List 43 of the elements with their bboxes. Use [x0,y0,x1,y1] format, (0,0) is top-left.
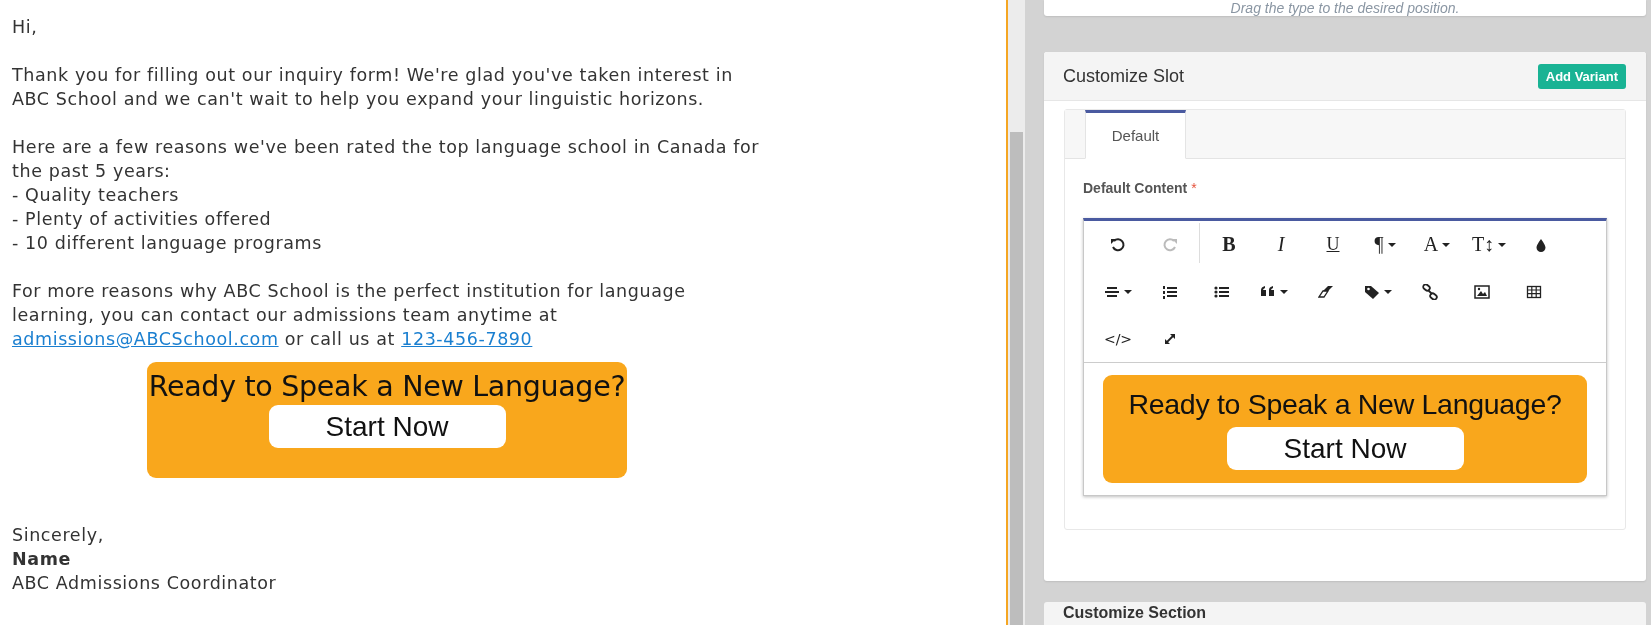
closing-text: Sincerely, [12,524,105,547]
undo-icon [1110,236,1126,253]
greeting-text: Hi, [12,16,39,39]
paragraph-button[interactable]: ¶ [1359,226,1411,263]
card-title: Customize Slot [1063,65,1185,87]
caret-icon [1442,242,1451,247]
start-now-button[interactable]: Start Now [1226,427,1464,470]
contact-link[interactable]: admissions@ABCSchool.com [12,329,279,349]
italic-button[interactable]: I [1255,226,1307,263]
rich-text-editor[interactable]: B I U ¶ A T↕ </> Ready to Speak a New Language? Start Now [1083,218,1607,496]
code-view-button[interactable]: </> [1092,320,1144,357]
link-icon [1422,283,1438,300]
image-icon [1474,283,1490,300]
tab[interactable]: Default [1085,110,1186,159]
reason-item: - Quality teachers [12,184,180,207]
reason-item: - Plenty of activities offered [12,208,273,231]
drag-hint: Drag the type to the desired position. [1230,0,1460,16]
underline-button[interactable]: U [1307,226,1359,263]
caret-icon [1498,242,1507,247]
font-button[interactable]: A [1411,226,1463,263]
reason-item: - 10 different language programs [12,232,323,255]
intro-paragraph: Thank you for filling out our inquiry form! We're glad you've taken interest in ABC School and we can't wait to help you expand your linguistic horizons. [12,64,734,111]
contact-paragraph: For more reasons why ABC School is the perfect institution for language learning, you can contact our admissions team anytime at admissions@ABCSchool.com or call us at 123-456-7890 [12,280,687,351]
caret-icon [1280,289,1288,294]
card-title: Customize Section [1063,604,1207,621]
caret-icon [1124,289,1132,294]
bold-button[interactable]: B [1203,226,1255,263]
numbered-list-icon [1162,283,1178,300]
reasons-text: Here are a few reasons we've been rated the top language school in Canada for the past 5 years: [12,136,761,183]
signer-title: ABC Admissions Coordinator [12,572,278,595]
field-label: Default Content [1083,180,1188,196]
eraser-icon [1318,283,1334,300]
required-mark: * [1191,180,1197,196]
caret-icon [1387,242,1396,247]
banner-headline: Ready to Speak a New Language? [1128,388,1562,421]
table-icon [1526,283,1542,300]
redo-icon [1162,236,1178,253]
tag-icon [1364,283,1380,300]
caret-icon [1384,289,1392,294]
font-size-button[interactable]: T↕ [1463,226,1515,263]
signer-name: Name [12,548,72,571]
start-now-button[interactable]: Start Now [268,405,506,448]
contact-link[interactable]: 123-456-7890 [401,329,533,349]
